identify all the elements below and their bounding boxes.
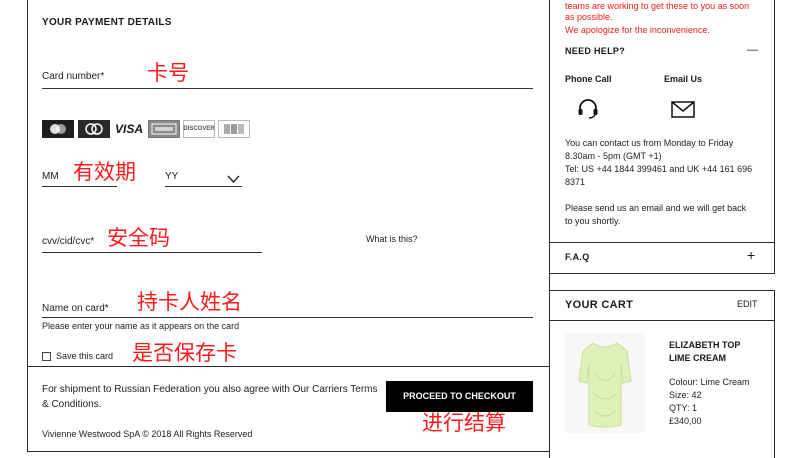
expiry-year-label: YY <box>165 171 179 182</box>
save-card-label: Save this card <box>56 351 114 361</box>
collapse-icon[interactable]: — <box>747 44 758 56</box>
name-hint: Please enter your name as it appears on … <box>42 321 240 331</box>
envelope-icon[interactable] <box>671 101 695 123</box>
product-colour: Colour: Lime Cream <box>669 377 750 387</box>
shipping-note: For shipment to Russian Federation you a… <box>42 384 378 410</box>
faq-label[interactable]: F.A.Q <box>565 252 590 262</box>
card-number-input[interactable] <box>42 88 533 89</box>
cvv-label: cvv/cid/cvc* <box>42 236 95 247</box>
proceed-to-checkout-button[interactable]: PROCEED TO CHECKOUT <box>386 381 533 412</box>
annotation-save-card: 是否保存卡 <box>132 341 237 365</box>
product-name-line-1: ELIZABETH TOP <box>669 340 741 350</box>
name-on-card-label: Name on card* <box>42 303 109 314</box>
expiry-year-select[interactable] <box>165 186 242 187</box>
contact-line-1: You can contact us from Monday to Friday <box>565 138 734 148</box>
product-size: Size: 42 <box>669 390 702 400</box>
discover-icon: DISCOVER <box>183 120 215 138</box>
need-help-title: NEED HELP? <box>565 46 626 56</box>
product-qty: QTY: 1 <box>669 403 698 413</box>
name-on-card-input[interactable] <box>42 317 533 318</box>
card-number-label: Card number* <box>42 71 105 82</box>
annotation-cvv: 安全码 <box>107 226 170 250</box>
product-image[interactable] <box>565 333 645 433</box>
email-line-2: to you shortly. <box>565 216 621 226</box>
email-line-1: Please send us an email and we will get … <box>565 203 747 213</box>
phone-call-label: Phone Call <box>565 74 612 84</box>
expiry-month-select[interactable] <box>42 186 117 187</box>
what-is-this-link[interactable]: What is this? <box>366 234 418 244</box>
cart-edit-link[interactable]: EDIT <box>737 299 758 309</box>
product-price: £340,00 <box>669 416 702 426</box>
footer-divider <box>27 366 550 367</box>
cart-divider <box>549 320 775 321</box>
email-us-label: Email Us <box>664 74 703 84</box>
save-card-checkbox[interactable] <box>42 352 51 361</box>
notice-line-2: as possible. <box>565 12 613 22</box>
copyright: Vivienne Westwood SpA © 2018 All Rights … <box>42 429 253 439</box>
visa-icon: VISA <box>113 120 145 138</box>
maestro-icon <box>78 120 110 138</box>
annotation-card-number: 卡号 <box>147 61 189 85</box>
cart-title: YOUR CART <box>565 299 634 311</box>
expiry-month-label: MM <box>42 171 59 182</box>
faq-divider <box>549 242 775 243</box>
jcb-icon <box>218 120 250 138</box>
cvv-input[interactable] <box>42 252 262 253</box>
contact-line-2: 8.30am - 5pm (GMT +1) <box>565 151 662 161</box>
product-name-line-2: LIME CREAM <box>669 353 726 363</box>
expand-icon[interactable]: + <box>747 248 755 262</box>
notice-line-3: We apologize for the inconvenience. <box>565 25 710 35</box>
mastercard-icon <box>42 120 74 138</box>
headset-icon[interactable] <box>577 99 599 124</box>
payment-title: YOUR PAYMENT DETAILS <box>42 17 172 28</box>
contact-line-3: Tel: US +44 1844 399461 and UK +44 161 6… <box>565 164 753 174</box>
annotation-name: 持卡人姓名 <box>137 290 242 314</box>
annotation-expiry: 有效期 <box>73 160 136 184</box>
amex-icon <box>148 120 180 138</box>
annotation-checkout: 进行结算 <box>422 411 506 435</box>
contact-line-4: 8371 <box>565 177 586 187</box>
